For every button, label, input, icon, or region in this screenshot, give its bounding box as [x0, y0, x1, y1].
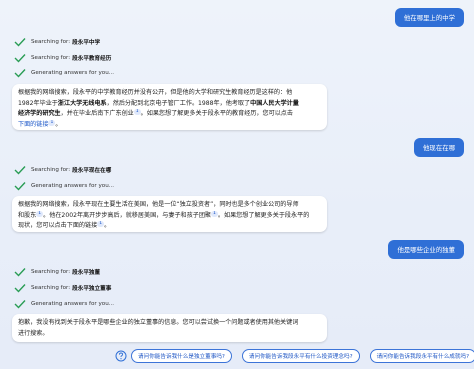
answer-line: 经济学的研究生，并在毕业后南下广东创业 1 。如果您想了解更多关于段永平的教育经历，…	[18, 109, 293, 118]
assistant-answer: 根据我的网络搜索，段永平现在主要生活在美国，他是一位“独立投资者”，同时也是多个…	[12, 196, 327, 232]
answer-line: 下面的链接 1。	[18, 119, 62, 128]
check-icon	[14, 38, 26, 47]
user-message: 他是哪些企业的独董	[388, 240, 464, 259]
answer-line: 进行搜索。	[18, 329, 49, 337]
bold-text: 中国人民大学计量	[250, 99, 299, 107]
status-prefix: Searching for:	[31, 167, 71, 173]
answer-line: 抱歉，我没有找到关于段永平是哪些企业的独立董事的信息。您可以尝试换一个问题或者使…	[18, 319, 299, 326]
link[interactable]: 下面的链接	[18, 121, 48, 128]
check-icon	[14, 182, 26, 191]
status-query: 段永平中学	[72, 40, 101, 46]
status-prefix: Generating answers for you...	[31, 301, 115, 307]
check-icon	[14, 54, 26, 63]
status-row: Searching for: 段永平现在在哪	[14, 165, 111, 175]
status-prefix: Searching for:	[31, 269, 71, 275]
status-row: Searching for: 段永平独立董事	[14, 283, 111, 293]
status-row: Searching for: 段永平中学	[14, 37, 100, 47]
check-icon	[14, 166, 26, 175]
user-message: 他在哪里上的中学	[394, 8, 464, 27]
status-prefix: Generating answers for you...	[31, 70, 115, 76]
status-query: 段永平教育经历	[72, 56, 112, 62]
check-icon	[14, 268, 26, 277]
bold-text: 浙江大学无线电系	[57, 99, 107, 107]
answer-line: 根据我的网络搜索，段永平现在主要生活在美国，他是一位“独立投资者”，同时也是多个…	[18, 201, 299, 208]
status-query: 段永平现在在哪	[72, 168, 112, 174]
citation-badge[interactable]: 1	[133, 109, 141, 116]
bold-text: 经济学的研究生	[18, 110, 61, 118]
status-row: Generating answers for you...	[14, 299, 114, 309]
status-prefix: Searching for:	[31, 39, 71, 45]
status-row: Generating answers for you...	[14, 68, 114, 78]
status-row: Generating answers for you...	[14, 181, 114, 191]
question-circle-icon[interactable]	[115, 350, 127, 362]
suggestion-chip[interactable]: 请问你能告诉我段永平有什么成就吗?	[369, 349, 474, 363]
check-icon	[14, 284, 26, 293]
status-prefix: Generating answers for you...	[31, 183, 115, 189]
answer-line: 现状，您可以点击下面的链接 1。	[18, 221, 111, 230]
suggestion-chip[interactable]: 请问你能告诉我段永平有什么投资理念吗?	[241, 349, 360, 363]
status-query: 段永平独立董事	[72, 286, 112, 292]
answer-line: 1982年毕业于浙江大学无线电系，然后分配到北京电子管厂工作。1988年，他考取…	[18, 99, 299, 107]
assistant-answer: 根据我的网络搜索，段永平的中学教育经历并没有公开，但是他的大学和研究生教育经历是…	[12, 84, 327, 130]
check-icon	[14, 300, 26, 309]
status-query: 段永平独董	[72, 270, 101, 276]
check-icon	[14, 69, 26, 78]
status-prefix: Searching for:	[31, 55, 71, 61]
suggestion-bar: 请问你能告诉我什么是独立董事吗? 请问你能告诉我段永平有什么投资理念吗? 请问你…	[115, 349, 474, 363]
user-message: 他现在在哪	[414, 138, 464, 157]
status-prefix: Searching for:	[31, 285, 71, 291]
assistant-answer: 抱歉，我没有找到关于段永平是哪些企业的独立董事的信息。您可以尝试换一个问题或者使…	[12, 314, 327, 342]
citation-badge[interactable]: 1	[211, 210, 218, 217]
answer-line: 和股东 1 。他在2002年离开步步高后，就移居美国，与妻子和孩子团聚 1 。如果您想了…	[18, 210, 310, 219]
answer-line: 根据我的网络搜索，段永平的中学教育经历并没有公开，但是他的大学和研究生教育经历是…	[18, 89, 293, 96]
suggestion-chip[interactable]: 请问你能告诉我什么是独立董事吗?	[131, 349, 232, 363]
status-row: Searching for: 段永平教育经历	[14, 53, 111, 63]
status-row: Searching for: 段永平独董	[14, 267, 100, 277]
